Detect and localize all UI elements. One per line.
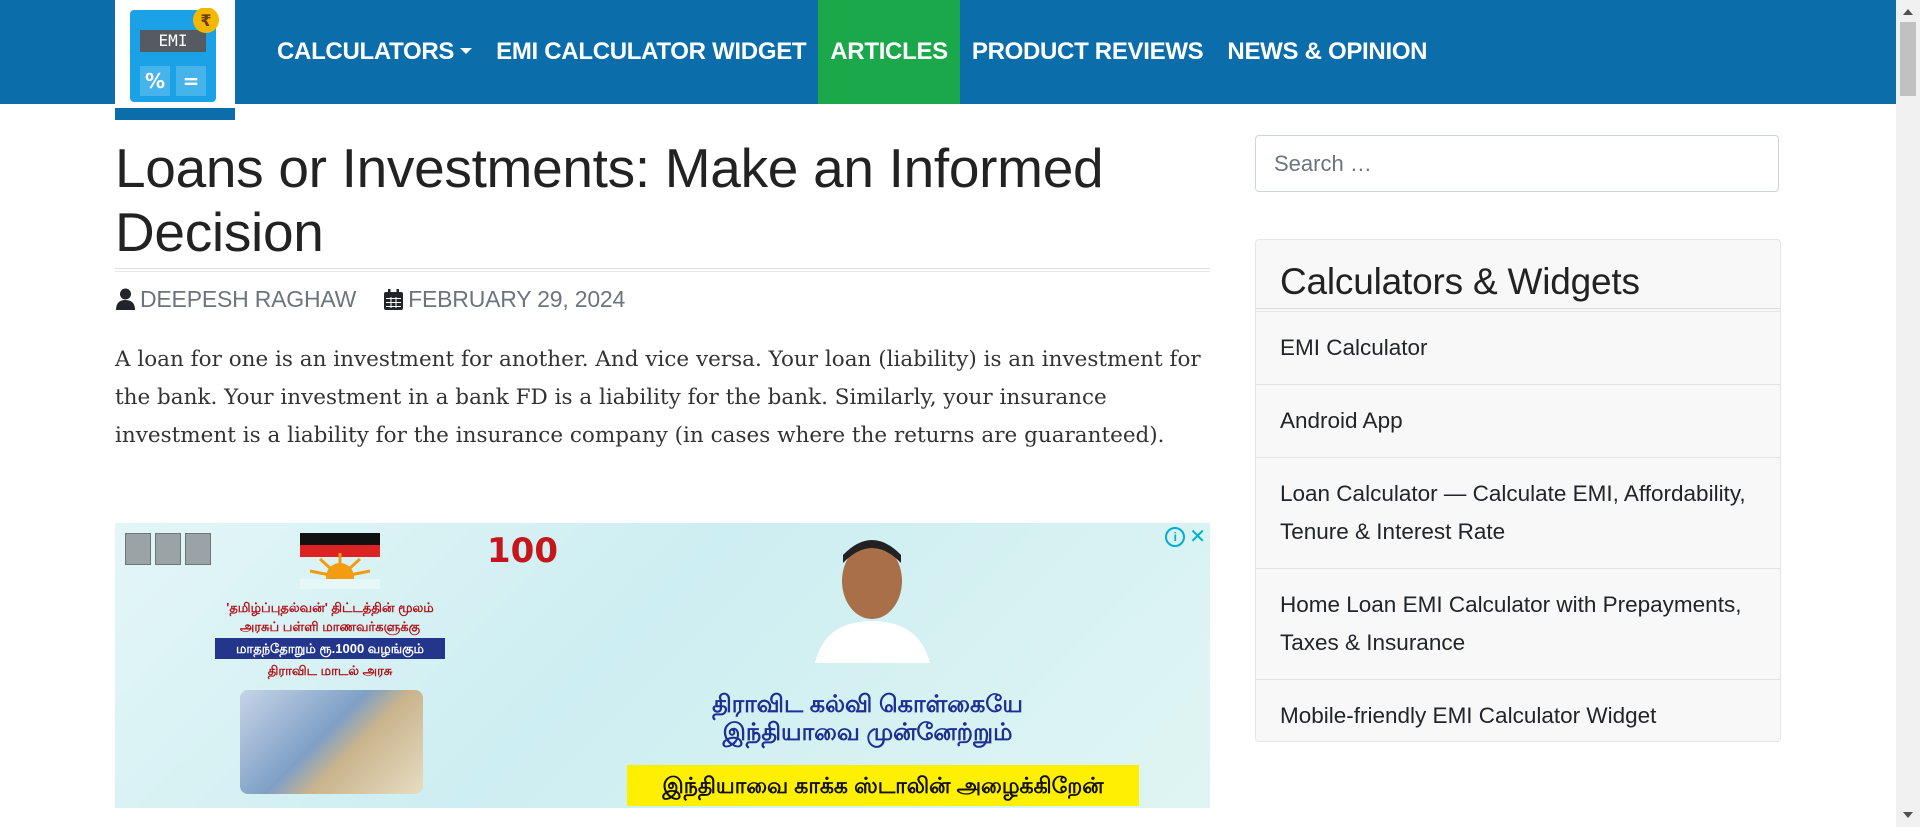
widget-link-emi-calculator[interactable]: EMI Calculator xyxy=(1256,312,1780,385)
nav-product-reviews[interactable]: PRODUCT REVIEWS xyxy=(960,0,1216,104)
logo-base-strip xyxy=(115,108,235,120)
advertisement-banner[interactable]: i ✕ 100 'தமிழ்ப்புதல்வன்' திட்டத்தின் மூ… xyxy=(115,523,1210,808)
main-nav: CALCULATORS EMI CALCULATOR WIDGET ARTICL… xyxy=(265,0,1439,104)
ad-scheme-line: 'தமிழ்ப்புதல்வன்' திட்டத்தின் மூலம் xyxy=(226,600,434,615)
scroll-up-arrow-icon[interactable] xyxy=(1903,9,1913,15)
calendar-icon xyxy=(384,289,404,310)
search-input[interactable] xyxy=(1255,135,1779,192)
widget-title: Calculators & Widgets xyxy=(1280,261,1640,302)
ad-headline: திராவிட கல்வி கொள்கையே இந்தியாவை முன்னேற… xyxy=(695,691,1040,747)
site-logo[interactable]: EMI % = ₹ xyxy=(115,0,235,120)
ad-yellow-banner: இந்தியாவை காக்க ஸ்டாலின் அழைக்கிறேன் xyxy=(627,765,1139,806)
article-main: Loans or Investments: Make an Informed D… xyxy=(115,104,1210,808)
ad-controls: i ✕ xyxy=(1165,527,1206,547)
nav-emi-calculator-widget[interactable]: EMI CALCULATOR WIDGET xyxy=(484,0,818,104)
scrollbar-thumb[interactable] xyxy=(1900,22,1916,96)
nav-calculators-label: CALCULATORS xyxy=(277,38,455,65)
portrait-image xyxy=(125,533,151,565)
widget-link-mobile-emi-widget[interactable]: Mobile-friendly EMI Calculator Widget xyxy=(1256,680,1780,752)
post-date-text: FEBRUARY 29, 2024 xyxy=(408,286,626,312)
ad-leader-portraits xyxy=(125,533,211,565)
post-date: FEBRUARY 29, 2024 xyxy=(383,286,625,313)
ad-scheme-line: அரசுப் பள்ளி மாணவர்களுக்கு xyxy=(239,619,421,634)
widget-link-loan-calculator[interactable]: Loan Calculator — Calculate EMI, Afforda… xyxy=(1256,458,1780,569)
logo-key-percent: % xyxy=(145,69,165,93)
nav-news-opinion[interactable]: NEWS & OPINION xyxy=(1215,0,1439,104)
chevron-down-icon xyxy=(460,48,473,54)
rupee-icon: ₹ xyxy=(200,11,211,30)
user-icon xyxy=(116,288,135,310)
widget-link-android-app[interactable]: Android App xyxy=(1256,385,1780,458)
logo-key-equals: = xyxy=(183,69,200,93)
ad-scheme-highlight: மாதந்தோறும் ரூ.1000 வழங்கும் xyxy=(215,638,445,659)
article-meta: DEEPESH RAGHAW FEBRUARY 29, 2024 xyxy=(115,286,1210,313)
nav-articles[interactable]: ARTICLES xyxy=(818,0,960,104)
title-divider xyxy=(115,268,1210,272)
ad-close-icon[interactable]: ✕ xyxy=(1189,527,1206,547)
page-title: Loans or Investments: Make an Informed D… xyxy=(115,137,1104,263)
author-name: DEEPESH RAGHAW xyxy=(140,286,357,312)
nav-calculators[interactable]: CALCULATORS xyxy=(265,0,484,104)
author-link[interactable]: DEEPESH RAGHAW xyxy=(115,286,356,313)
ad-100-badge: 100 xyxy=(487,531,558,571)
top-navbar: EMI % = ₹ CALCULATORS EMI CALCULATOR WID… xyxy=(0,0,1896,120)
ad-headline-line: திராவிட கல்வி கொள்கையே xyxy=(712,691,1023,718)
emi-calculator-logo-icon: EMI % = ₹ xyxy=(130,8,219,102)
rising-sun-icon xyxy=(300,533,380,589)
portrait-image xyxy=(155,533,181,565)
ad-scheme-text: 'தமிழ்ப்புதல்வன்' திட்டத்தின் மூலம் அரசு… xyxy=(215,598,445,680)
scroll-down-arrow-icon[interactable] xyxy=(1903,812,1913,818)
logo-screen-text: EMI xyxy=(159,31,188,50)
ad-info-icon[interactable]: i xyxy=(1165,527,1186,547)
page-scrollbar[interactable] xyxy=(1896,0,1920,827)
ad-person-portrait xyxy=(815,540,930,663)
article-lead: A loan for one is an investment for anot… xyxy=(115,347,1201,448)
portrait-image xyxy=(185,533,211,565)
ad-photo xyxy=(240,690,423,794)
calculators-widgets-panel: Calculators & Widgets EMI Calculator And… xyxy=(1255,239,1781,742)
ad-headline-line: இந்தியாவை முன்னேற்றும் xyxy=(722,719,1013,746)
ad-scheme-footer: திராவிட மாடல் அரசு xyxy=(267,663,393,678)
widget-link-home-loan-emi-calculator[interactable]: Home Loan EMI Calculator with Prepayment… xyxy=(1256,569,1780,680)
widget-link-list: EMI Calculator Android App Loan Calculat… xyxy=(1256,312,1780,752)
